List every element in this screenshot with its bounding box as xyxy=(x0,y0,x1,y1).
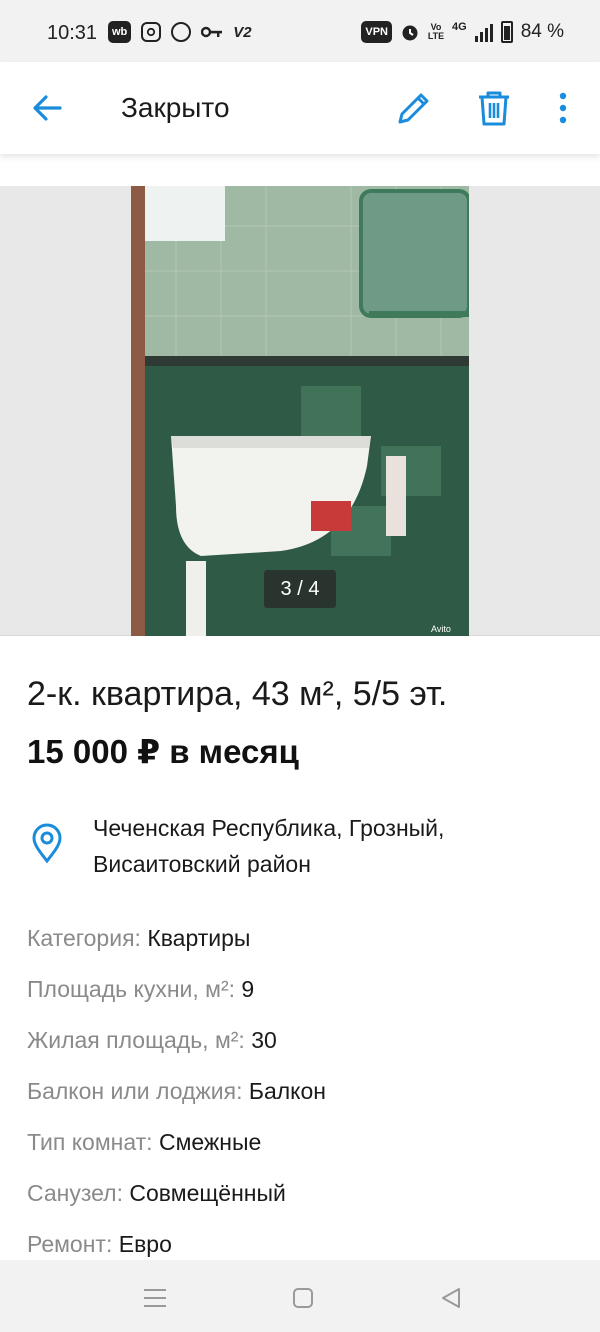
listing-address[interactable]: Чеченская Республика, Грозный, Висаитовс… xyxy=(93,810,563,882)
attribute-row: Категория: Квартиры xyxy=(27,925,250,952)
alarm-icon xyxy=(400,21,420,43)
location-pin-icon xyxy=(30,822,64,864)
attribute-value: Евро xyxy=(118,1231,172,1257)
avito-watermark: Avito xyxy=(431,624,451,634)
photo-gallery[interactable]: Avito 3 / 4 xyxy=(0,186,600,636)
signal-icon xyxy=(474,22,493,42)
attribute-key: Балкон или лоджия: xyxy=(27,1078,243,1104)
battery-level: 84 % xyxy=(520,21,564,42)
vpn-badge: VPN xyxy=(361,21,392,43)
status-time: 10:31 xyxy=(47,22,98,44)
attribute-key: Ремонт: xyxy=(27,1231,113,1257)
attribute-key: Жилая площадь, м²: xyxy=(27,1027,245,1053)
attribute-value: Смежные xyxy=(158,1129,262,1155)
attribute-row: Ремонт: Евро xyxy=(27,1231,172,1258)
attribute-key: Санузел: xyxy=(27,1180,123,1206)
status-right-icons: VPN Vo LTE 4G 84 % xyxy=(361,21,564,43)
listing-photo[interactable]: Avito xyxy=(131,186,469,636)
attribute-row: Площадь кухни, м²: 9 xyxy=(27,976,254,1003)
attribute-row: Тип комнат: Смежные xyxy=(27,1129,261,1156)
attribute-key: Тип комнат: xyxy=(27,1129,153,1155)
status-bar: 10:31 wb V2 VPN Vo LTE 4G 84 % xyxy=(0,0,600,62)
volte-icon: Vo LTE xyxy=(427,22,445,41)
pencil-icon[interactable] xyxy=(392,86,436,130)
circle-icon xyxy=(171,22,192,42)
attribute-value: Балкон xyxy=(248,1078,326,1104)
attribute-value: 9 xyxy=(241,976,255,1002)
attribute-key: Категория: xyxy=(27,925,141,951)
photo-counter: 3 / 4 xyxy=(264,570,336,608)
app-bar: Закрыто xyxy=(0,62,600,154)
back-triangle-icon[interactable] xyxy=(435,1282,467,1314)
system-nav-bar xyxy=(0,1260,600,1332)
attribute-row: Балкон или лоджия: Балкон xyxy=(27,1078,326,1105)
v2-icon: V2 xyxy=(233,23,252,41)
listing-price: 15 000 ₽ в месяц xyxy=(27,733,299,770)
attribute-value: Совмещённый xyxy=(129,1180,286,1206)
home-square-icon[interactable] xyxy=(287,1282,319,1314)
attribute-row: Санузел: Совмещённый xyxy=(27,1180,286,1207)
back-arrow-icon[interactable] xyxy=(26,86,70,130)
network-type-icon: 4G xyxy=(452,21,467,33)
instagram-icon xyxy=(141,22,162,42)
wb-app-icon: wb xyxy=(108,21,132,43)
attribute-value: Квартиры xyxy=(147,925,251,951)
menu-icon[interactable] xyxy=(139,1282,171,1314)
attribute-value: 30 xyxy=(251,1027,277,1053)
listing-title: 2-к. квартира, 43 м², 5/5 эт. xyxy=(27,675,448,713)
attribute-key: Площадь кухни, м²: xyxy=(27,976,236,1002)
battery-icon xyxy=(500,21,513,43)
more-vert-icon[interactable] xyxy=(548,86,578,130)
trash-icon[interactable] xyxy=(472,86,516,130)
attribute-row: Жилая площадь, м²: 30 xyxy=(27,1027,277,1054)
page-title: Закрыто xyxy=(121,92,230,123)
key-icon xyxy=(201,21,223,43)
status-left-icons: wb V2 xyxy=(108,21,252,43)
